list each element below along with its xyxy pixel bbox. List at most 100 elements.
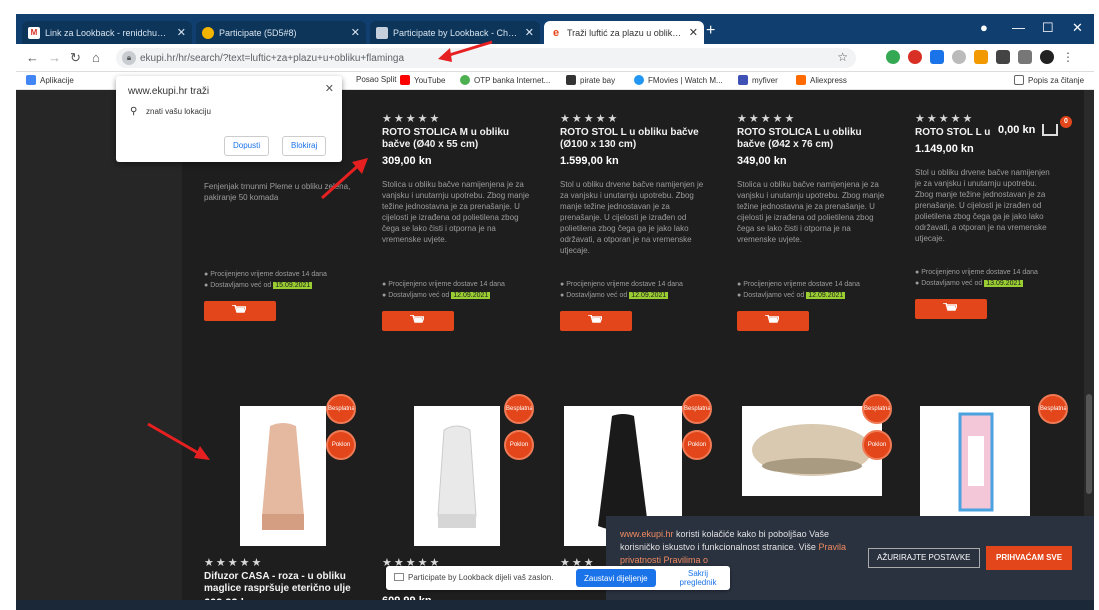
- share-text: Participate by Lookback dijeli vaš zaslo…: [408, 573, 554, 582]
- location-pin-icon: ⚲: [130, 106, 138, 117]
- extension-gray-icon[interactable]: [952, 50, 966, 64]
- close-icon[interactable]: ✕: [525, 26, 534, 39]
- product-price: 309,00 kn: [382, 155, 432, 167]
- close-icon[interactable]: ✕: [351, 26, 360, 39]
- hide-browser-button[interactable]: Sakrij preglednik: [666, 569, 730, 587]
- extension-orange-icon[interactable]: [974, 50, 988, 64]
- myfiver-icon: [738, 75, 748, 85]
- accept-all-button[interactable]: PRIHVAĆAM SVE: [986, 546, 1073, 570]
- ekupi-icon: e: [552, 26, 560, 39]
- add-to-cart-button[interactable]: [560, 311, 632, 331]
- minimize-icon[interactable]: —: [1012, 20, 1025, 35]
- cookie-policy-link[interactable]: Pravilima o: [664, 555, 709, 565]
- bookmark-label: pirate bay: [580, 75, 616, 85]
- aliexpress-icon: [796, 75, 806, 85]
- delivery-label: Dostavljamo već od: [743, 292, 805, 299]
- pirate-icon: [566, 75, 576, 85]
- extension-blue-icon[interactable]: [930, 50, 944, 64]
- delivery-estimate: Procijenjeno vrijeme dostave 14 dana: [921, 269, 1038, 276]
- product-card-4[interactable]: ★★★★★ ROTO STOLICA L u obliku bačve (Ø42…: [737, 112, 887, 331]
- cart-icon: [943, 303, 957, 311]
- extension-dark-icon[interactable]: [996, 50, 1010, 64]
- delivery-label: Dostavljamo već od: [210, 282, 272, 289]
- home-icon[interactable]: ⌂: [92, 50, 100, 65]
- bookmark-label: Popis za čitanje: [1028, 75, 1085, 85]
- otp-icon: [460, 75, 470, 85]
- product-description: Stol u obliku drvene bačve namijenjen je…: [560, 180, 704, 255]
- gmail-icon: M: [28, 26, 40, 39]
- product-card-3[interactable]: ★★★★★ ROTO STOL L u obliku bačve (Ø100 x…: [560, 112, 710, 331]
- add-to-cart-button[interactable]: [915, 299, 987, 319]
- menu-icon[interactable]: ⋮: [1062, 50, 1074, 64]
- product-image-diffuser-pink[interactable]: [240, 406, 326, 546]
- delivery-info: ● Procijenjeno vrijeme dostave 14 dana ●…: [737, 281, 860, 299]
- scrollbar-thumb[interactable]: [1086, 394, 1092, 494]
- avatar[interactable]: [1040, 50, 1054, 64]
- product-title[interactable]: ROTO STOL L u obliku bačve (Ø100 x 90 cm…: [915, 127, 991, 139]
- tab-participate-chrome[interactable]: Participate by Lookback - Chrom ✕: [370, 21, 540, 44]
- new-tab-icon[interactable]: +: [706, 22, 715, 40]
- product-image-package[interactable]: [920, 406, 1030, 516]
- close-icon[interactable]: ✕: [177, 26, 186, 39]
- product-card-5[interactable]: ★★★★★ ROTO STOL L u obliku bačve (Ø100 x…: [915, 112, 1055, 319]
- product-image-diffuser-white[interactable]: [414, 406, 500, 546]
- delivery-date: 15.09.2021: [273, 282, 313, 289]
- product-card-2[interactable]: ★★★★★ ROTO STOLICA M u obliku bačve (Ø40…: [382, 112, 532, 331]
- extensions-puzzle-icon[interactable]: [1018, 50, 1032, 64]
- product-title[interactable]: Difuzor CASA - roza - u obliku maglice r…: [204, 571, 364, 595]
- window-close-icon[interactable]: ✕: [1072, 20, 1083, 36]
- maximize-icon[interactable]: ☐: [1042, 20, 1054, 36]
- block-location-button[interactable]: Blokiraj: [282, 136, 327, 156]
- profile-icon[interactable]: ●: [980, 20, 988, 35]
- stop-sharing-button[interactable]: Zaustavi dijeljenje: [576, 569, 656, 587]
- rating-stars: ★★★★★: [560, 113, 620, 125]
- back-icon[interactable]: ←: [26, 50, 39, 65]
- allow-location-button[interactable]: Dopusti: [224, 136, 270, 156]
- product-price: 349,00 kn: [737, 155, 787, 167]
- left-sidebar: [16, 90, 182, 610]
- bookmark-posao-split[interactable]: Posao Split: [356, 75, 396, 84]
- bookmark-otp-banka[interactable]: OTP banka Internet...: [460, 75, 550, 85]
- bookmark-aliexpress[interactable]: Aliexpress: [796, 75, 847, 85]
- forward-icon[interactable]: →: [48, 50, 61, 65]
- delivery-date: 12.09.2021: [806, 292, 846, 299]
- bookmark-pirate-bay[interactable]: pirate bay: [566, 75, 615, 85]
- product-title[interactable]: ROTO STOL L u obliku bačve (Ø100 x 130 c…: [560, 127, 710, 151]
- tab-gmail[interactable]: M Link za Lookback - renidchunati@ ✕: [22, 21, 192, 44]
- rating-stars: ★★★★★: [382, 113, 442, 125]
- product-title[interactable]: ROTO STOLICA M u obliku bačve (Ø40 x 55 …: [382, 127, 532, 151]
- delivery-label: Dostavljamo već od: [388, 292, 450, 299]
- product-image-diffuser-stone[interactable]: [742, 406, 882, 496]
- update-settings-button[interactable]: AŽURIRAJTE POSTAVKE: [868, 548, 980, 568]
- star-icon[interactable]: ☆: [837, 50, 848, 64]
- extension-red-icon[interactable]: [908, 50, 922, 64]
- calendar-icon: [376, 26, 388, 39]
- bookmark-youtube[interactable]: YouTube: [400, 75, 445, 85]
- popup-close-icon[interactable]: ✕: [325, 82, 334, 95]
- screen-share-bar: Participate by Lookback dijeli vaš zaslo…: [386, 566, 730, 590]
- extensions-bar: ⋮: [886, 50, 1074, 64]
- add-to-cart-button[interactable]: [204, 301, 276, 321]
- address-bar[interactable]: 🔒︎ ☆: [116, 48, 856, 68]
- rating-stars: ★★★★★: [737, 113, 797, 125]
- bookmark-reading-list[interactable]: Popis za čitanje: [1014, 75, 1084, 85]
- reload-icon[interactable]: ↻: [70, 50, 81, 66]
- product-title[interactable]: ROTO STOLICA L u obliku bačve (Ø42 x 76 …: [737, 127, 887, 151]
- browser-toolbar: ← → ↻ ⌂ 🔒︎ ☆ ⋮: [16, 44, 1094, 72]
- diffuser-image: [262, 423, 304, 530]
- bookmark-label: Aplikacije: [40, 75, 74, 85]
- tab-participate[interactable]: Participate (5D5#8) ✕: [196, 21, 366, 44]
- lock-icon[interactable]: 🔒︎: [122, 51, 136, 65]
- diffuser-image: [752, 424, 872, 476]
- address-input[interactable]: [140, 50, 740, 66]
- close-icon[interactable]: ✕: [689, 26, 698, 39]
- add-to-cart-button[interactable]: [737, 311, 809, 331]
- bookmark-fmovies[interactable]: FMovies | Watch M...: [634, 75, 723, 85]
- bookmark-apps[interactable]: Aplikacije: [26, 75, 74, 85]
- bookmark-myfiver[interactable]: myfiver: [738, 75, 778, 85]
- cookie-domain-link[interactable]: www.ekupi.hr: [620, 529, 674, 539]
- tab-ekupi-search[interactable]: e Traži luftić za plazu u obliku flam ✕: [544, 21, 704, 44]
- package-image: [958, 412, 994, 512]
- extension-green-icon[interactable]: [886, 50, 900, 64]
- add-to-cart-button[interactable]: [382, 311, 454, 331]
